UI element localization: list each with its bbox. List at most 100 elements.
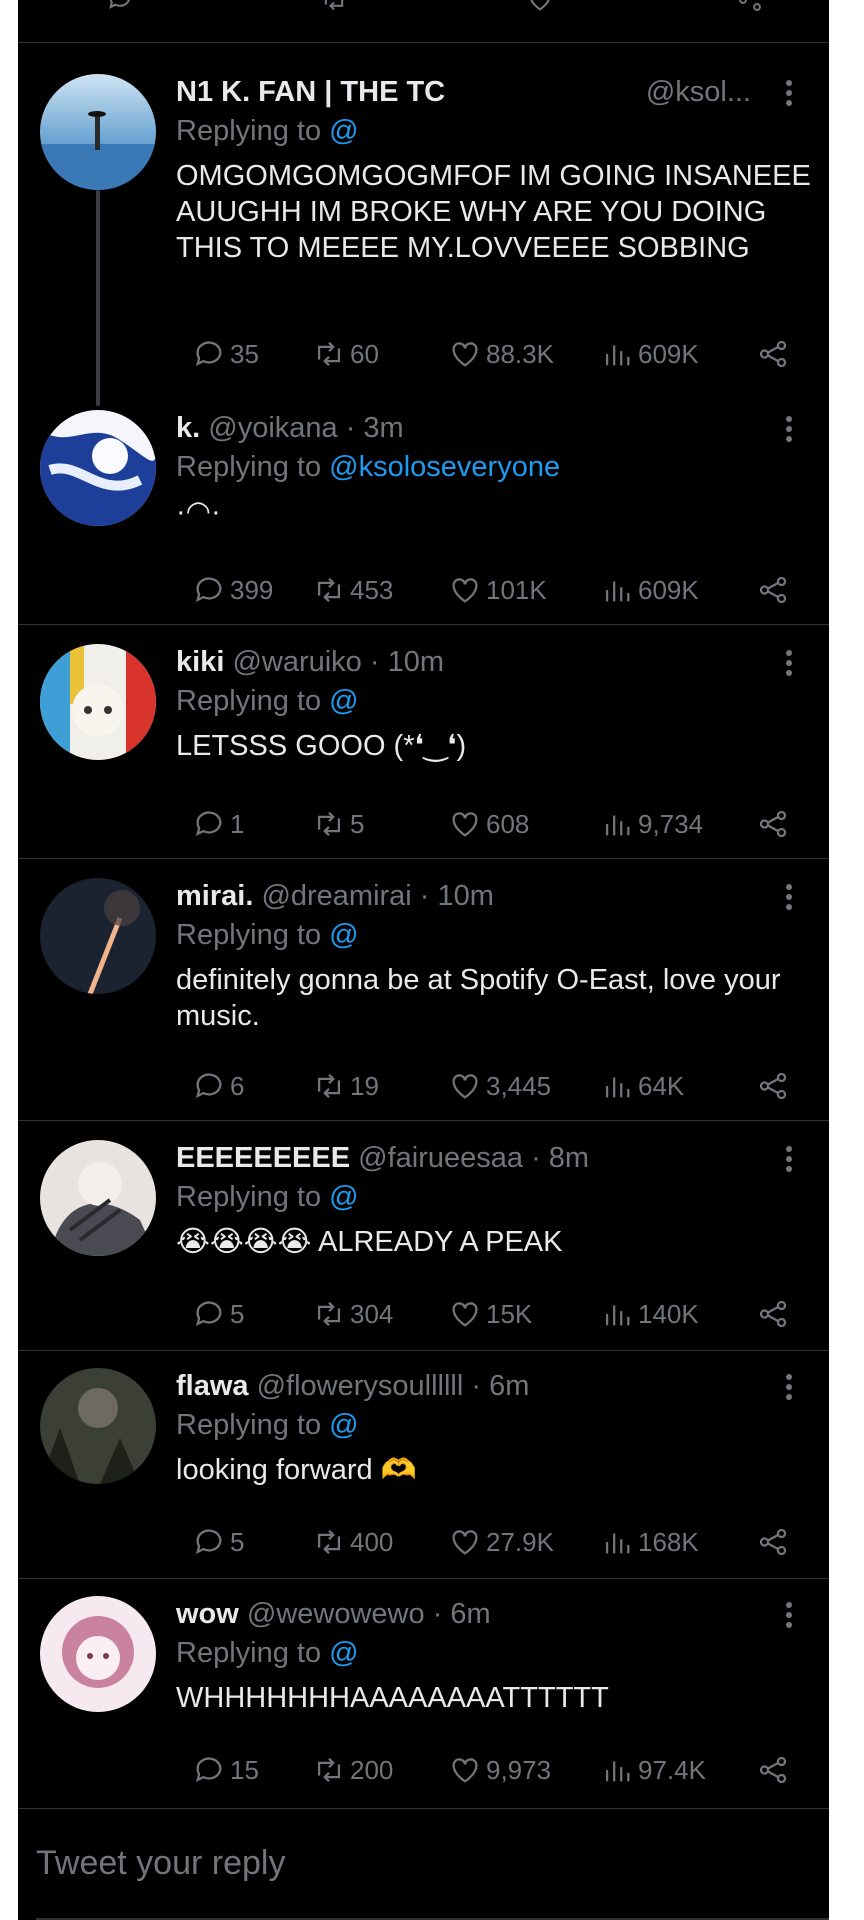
handle[interactable]: @waruiko [232, 646, 361, 678]
replying-to-link[interactable]: @ [329, 115, 358, 147]
replying-to-link[interactable]: @ [329, 1181, 358, 1213]
handle[interactable]: @yoikana [208, 412, 337, 444]
tweet[interactable]: flawa @flowerysoullllll · 6m Replying to… [18, 1366, 829, 1578]
retweet-icon[interactable] [320, 0, 348, 14]
share-button[interactable] [756, 1522, 794, 1562]
views-button[interactable]: 168K [600, 1522, 699, 1562]
views-icon [605, 1761, 630, 1782]
views-icon [605, 1077, 630, 1098]
reply-button[interactable]: 5 [192, 1522, 244, 1562]
views-button[interactable]: 140K [600, 1294, 699, 1334]
tweet[interactable]: kiki @waruiko · 10m Replying to @ LETSSS… [18, 642, 829, 858]
retweet-button[interactable]: 304 [312, 1294, 393, 1334]
display-name[interactable]: k. [176, 412, 200, 444]
timestamp[interactable]: · 8m [523, 1142, 589, 1174]
timeline-panel: N1 K. FAN | THE TC @ksol... Replying to … [18, 0, 829, 1920]
display-name[interactable]: N1 K. FAN | THE TC [176, 76, 445, 108]
handle[interactable]: @flowerysoullllll [257, 1370, 464, 1402]
display-name[interactable]: flawa [176, 1370, 249, 1402]
display-name[interactable]: mirai. [176, 880, 253, 912]
retweet-button[interactable]: 400 [312, 1522, 393, 1562]
timestamp[interactable]: · 6m [463, 1370, 529, 1402]
replying-to-link[interactable]: @ [329, 1409, 358, 1441]
display-name[interactable]: kiki [176, 646, 224, 678]
share-button[interactable] [756, 804, 794, 844]
like-button[interactable]: 3,445 [448, 1066, 551, 1106]
tweet-actions: 399 453 101K 609K [176, 570, 829, 610]
retweet-button[interactable]: 19 [312, 1066, 379, 1106]
tweet[interactable]: N1 K. FAN | THE TC @ksol... Replying to … [18, 72, 829, 392]
avatar[interactable] [40, 1596, 156, 1712]
share-button[interactable] [756, 1750, 794, 1790]
share-button[interactable] [756, 334, 794, 374]
replying-to: Replying to @ [176, 112, 811, 150]
more-options-icon[interactable] [777, 76, 801, 110]
like-button[interactable]: 9,973 [448, 1750, 551, 1790]
retweet-button[interactable]: 5 [312, 804, 364, 844]
timestamp[interactable]: · 10m [362, 646, 444, 678]
more-options-icon[interactable] [777, 646, 801, 680]
retweet-button[interactable]: 453 [312, 570, 393, 610]
retweet-button[interactable]: 60 [312, 334, 379, 374]
timestamp[interactable]: · 10m [412, 880, 494, 912]
tweet-text: LETSSS GOOO (*❛‿❛) [176, 730, 467, 762]
reply-button[interactable]: 35 [192, 334, 259, 374]
views-button[interactable]: 609K [600, 334, 699, 374]
views-button[interactable]: 609K [600, 570, 699, 610]
more-options-icon[interactable] [777, 412, 801, 446]
tweet[interactable]: EEEEEEEEE @fairueesaa · 8m Replying to @… [18, 1138, 829, 1350]
avatar[interactable] [40, 1368, 156, 1484]
replying-to-link[interactable]: @ [329, 1637, 358, 1669]
views-button[interactable]: 97.4K [600, 1750, 706, 1790]
retweet-icon [317, 1529, 341, 1555]
avatar[interactable] [40, 410, 156, 526]
reply-button[interactable]: 399 [192, 570, 273, 610]
tweet-text: WHHHHHHHAAAAAAAATTTTTT [176, 1682, 609, 1714]
reply-button[interactable]: 15 [192, 1750, 259, 1790]
like-button[interactable]: 15K [448, 1294, 532, 1334]
views-button[interactable]: 9,734 [600, 804, 703, 844]
avatar[interactable] [40, 74, 156, 190]
handle[interactable]: @fairueesaa [358, 1142, 523, 1174]
reply-icon[interactable] [106, 0, 134, 14]
like-button[interactable]: 101K [448, 570, 547, 610]
handle[interactable]: @wewowewo [247, 1598, 425, 1630]
avatar[interactable] [40, 644, 156, 760]
timestamp[interactable]: · 3m [338, 412, 404, 444]
display-name[interactable]: EEEEEEEEE [176, 1142, 350, 1174]
avatar[interactable] [40, 1140, 156, 1256]
avatar[interactable] [40, 878, 156, 994]
replying-to-link[interactable]: @ [329, 685, 358, 717]
share-button[interactable] [756, 570, 794, 610]
reply-icon [195, 341, 222, 367]
replying-to-link[interactable]: @ksoloseveryone [329, 451, 560, 483]
replying-to-link[interactable]: @ [329, 919, 358, 951]
handle[interactable]: @ksol... [646, 72, 751, 112]
replying-label: Replying to [176, 685, 330, 717]
reply-icon [195, 1529, 222, 1555]
display-name[interactable]: wow [176, 1598, 239, 1630]
share-button[interactable] [756, 1066, 794, 1106]
views-button[interactable]: 64K [600, 1066, 684, 1106]
retweet-button[interactable]: 200 [312, 1750, 393, 1790]
share-icon[interactable] [736, 0, 764, 14]
like-button[interactable]: 27.9K [448, 1522, 554, 1562]
more-options-icon[interactable] [777, 1598, 801, 1632]
more-options-icon[interactable] [777, 1142, 801, 1176]
tweet[interactable]: k. @yoikana · 3m Replying to @ksolosever… [18, 408, 829, 624]
reply-button[interactable]: 1 [192, 804, 244, 844]
reply-button[interactable]: 5 [192, 1294, 244, 1334]
handle[interactable]: @dreamirai [261, 880, 411, 912]
like-button[interactable]: 88.3K [448, 334, 554, 374]
share-button[interactable] [756, 1294, 794, 1334]
like-icon[interactable] [526, 0, 554, 14]
more-options-icon[interactable] [777, 1370, 801, 1404]
reply-input[interactable]: Tweet your reply [36, 1844, 285, 1883]
timestamp[interactable]: · 6m [425, 1598, 491, 1630]
tweet-actions: 5 304 15K 140K [176, 1294, 829, 1334]
more-options-icon[interactable] [777, 880, 801, 914]
like-button[interactable]: 608 [448, 804, 529, 844]
tweet[interactable]: mirai. @dreamirai · 10m Replying to @ de… [18, 876, 829, 1120]
reply-button[interactable]: 6 [192, 1066, 244, 1106]
tweet[interactable]: wow @wewowewo · 6m Replying to @ WHHHHHH… [18, 1594, 829, 1806]
